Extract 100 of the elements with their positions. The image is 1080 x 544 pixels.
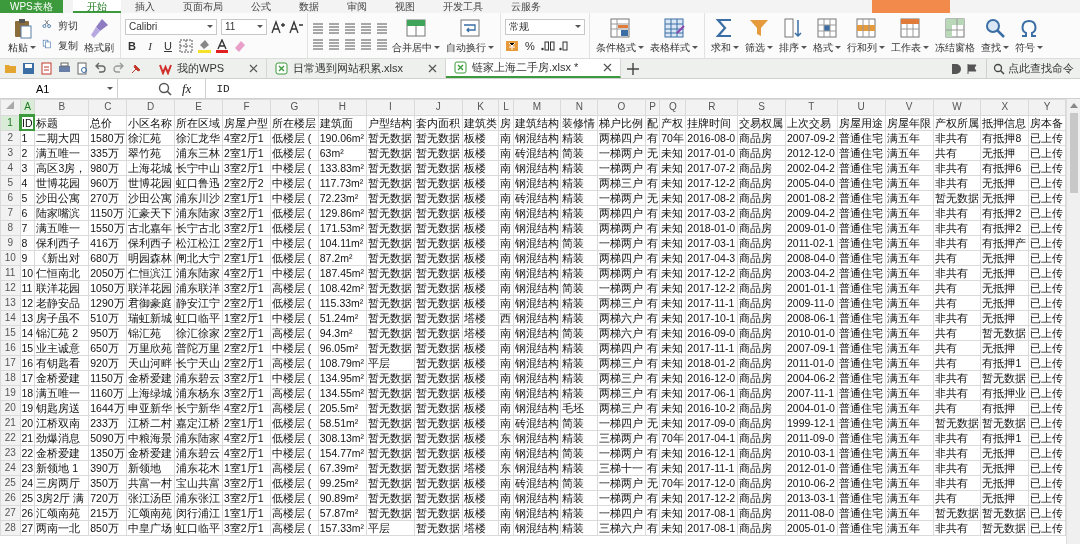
app-menu-button[interactable]: WPS表格 (0, 0, 63, 13)
ribbon-button[interactable]: 符号 (1013, 16, 1045, 55)
column-header[interactable]: H (318, 99, 367, 115)
ribbon-button[interactable]: 合并居中 (390, 16, 442, 55)
table-cell: 古北嘉年 (126, 220, 175, 236)
table-cell: 简装 (560, 415, 598, 431)
column-header[interactable]: B (34, 99, 89, 115)
table-cell: 215万 (88, 505, 127, 521)
table-cell: 板楼 (462, 130, 499, 146)
column-header[interactable]: I (366, 99, 415, 115)
caret-icon (1003, 46, 1009, 49)
table-cell: 暂无数据 (980, 370, 1029, 386)
column-header[interactable]: G (270, 99, 319, 115)
table-cell: 商品房 (737, 265, 786, 281)
column-header[interactable]: C (88, 99, 127, 115)
ribbon-button[interactable]: 冻结窗格 (933, 16, 977, 55)
table-cell: 暂无数据 (414, 400, 463, 416)
table-cell: 94.3m² (318, 325, 367, 341)
account-button[interactable] (872, 0, 950, 13)
table-cell: 70年 (659, 475, 686, 491)
column-header[interactable]: K (462, 99, 499, 115)
ribbon-button[interactable]: 求和 (709, 16, 741, 55)
ribbon-button[interactable]: 剪切 (40, 17, 80, 34)
table-cell: 满五年 (885, 265, 933, 281)
vertical-scrollbar[interactable] (1066, 99, 1080, 544)
column-header[interactable]: J (414, 99, 463, 115)
number-format-select[interactable]: 常规 (505, 18, 585, 35)
column-header[interactable]: F (222, 99, 271, 115)
paste-button[interactable]: 粘贴 (6, 16, 38, 55)
table-cell: 暂无数据 (414, 190, 463, 206)
percent-button[interactable]: % (523, 39, 537, 52)
ribbon-button[interactable]: 复制 (40, 37, 80, 54)
ribbon-button[interactable]: 格式 (811, 16, 843, 55)
table-cell: 暂无数据 (980, 415, 1029, 431)
ribbon-tab[interactable]: 审阅 (332, 0, 381, 13)
column-header[interactable]: T (785, 99, 838, 115)
ribbon-button[interactable]: 行和列 (845, 16, 887, 55)
ribbon-button[interactable]: 排序 (777, 16, 809, 55)
table-cell: 满五年 (885, 400, 933, 416)
column-header[interactable]: X (980, 99, 1029, 115)
column-header[interactable]: S (737, 99, 786, 115)
insert-function-button[interactable]: fx (182, 80, 192, 97)
document-tab[interactable]: 日常遇到网站积累.xlsx (267, 59, 447, 78)
table-cell: 钢混结构 (513, 340, 561, 356)
font-name-select[interactable]: Calibri (125, 18, 217, 35)
table-cell: 1150万 (88, 370, 127, 386)
underline-button[interactable]: U (161, 39, 175, 52)
table-cell: 张江汤臣 (126, 490, 175, 506)
bold-button[interactable]: B (125, 39, 139, 52)
ribbon-button[interactable]: 查找 (979, 16, 1011, 55)
table-cell: 未知 (659, 160, 686, 176)
ribbon-tab[interactable]: 云服务 (496, 0, 555, 13)
table-cell: 普通住宅 (837, 415, 886, 431)
font-size-select[interactable]: 11 (221, 18, 267, 35)
table-cell: 钢混结构 (513, 160, 561, 176)
ribbon-button[interactable]: 筛选 (743, 16, 775, 55)
ribbon-tab[interactable]: 开始 (72, 0, 121, 13)
table-cell: 一梯两户 (597, 190, 646, 206)
table-cell: 板楼 (462, 205, 499, 221)
grid-icon (855, 16, 877, 39)
column-header[interactable]: R (685, 99, 738, 115)
column-header[interactable]: E (174, 99, 223, 115)
italic-button[interactable]: I (143, 39, 157, 52)
command-search-button[interactable]: 点此查找命令 (986, 59, 1080, 78)
table-cell: 简装 (560, 445, 598, 461)
table-cell: 2室1厅1 (222, 250, 271, 266)
table-cell: 板楼 (462, 445, 499, 461)
column-header[interactable]: W (933, 99, 981, 115)
column-header[interactable]: M (513, 99, 561, 115)
column-header[interactable]: U (837, 99, 886, 115)
column-header[interactable]: D (126, 99, 175, 115)
table-cell: 钢混结构 (513, 520, 561, 536)
table-cell: 南 (498, 385, 514, 401)
table-cell: 共有 (933, 490, 981, 506)
document-tab[interactable]: 我的WPS (151, 59, 268, 78)
ribbon-button[interactable]: 自动换行 (444, 16, 496, 55)
document-tab[interactable]: 链家上海二手房.xlsx * (446, 59, 622, 78)
ribbon-tab[interactable]: 页面布局 (168, 0, 237, 13)
ribbon-button[interactable]: 条件格式 (594, 16, 646, 55)
scroll-thumb[interactable] (1069, 113, 1078, 193)
ribbon-button[interactable]: 表格样式 (648, 16, 700, 55)
column-header[interactable]: O (597, 99, 646, 115)
ribbon-tab[interactable]: 插入 (120, 0, 169, 13)
ribbon-tab[interactable]: 公式 (236, 0, 285, 13)
ribbon-tab[interactable]: 数据 (284, 0, 333, 13)
ribbon-button[interactable]: 工作表 (889, 16, 931, 55)
formula-input[interactable]: ID (206, 82, 1080, 95)
column-header[interactable]: Y (1028, 99, 1066, 115)
table-cell: 2003-04-2 (785, 265, 838, 281)
table-cell: 4室2厅1 (222, 445, 271, 461)
table-cell: 26 (20, 505, 35, 521)
column-header[interactable]: N (560, 99, 598, 115)
ribbon-tab[interactable]: 开发工具 (428, 0, 497, 13)
ribbon-tab[interactable]: 视图 (380, 0, 429, 13)
table-cell: 两梯两户 (597, 220, 646, 236)
column-header[interactable]: Q (659, 99, 686, 115)
table-cell: 有 (645, 430, 660, 446)
table-cell: 低楼层 ( (270, 130, 319, 146)
format-painter-button[interactable]: 格式刷 (82, 16, 116, 55)
column-header[interactable]: V (885, 99, 933, 115)
